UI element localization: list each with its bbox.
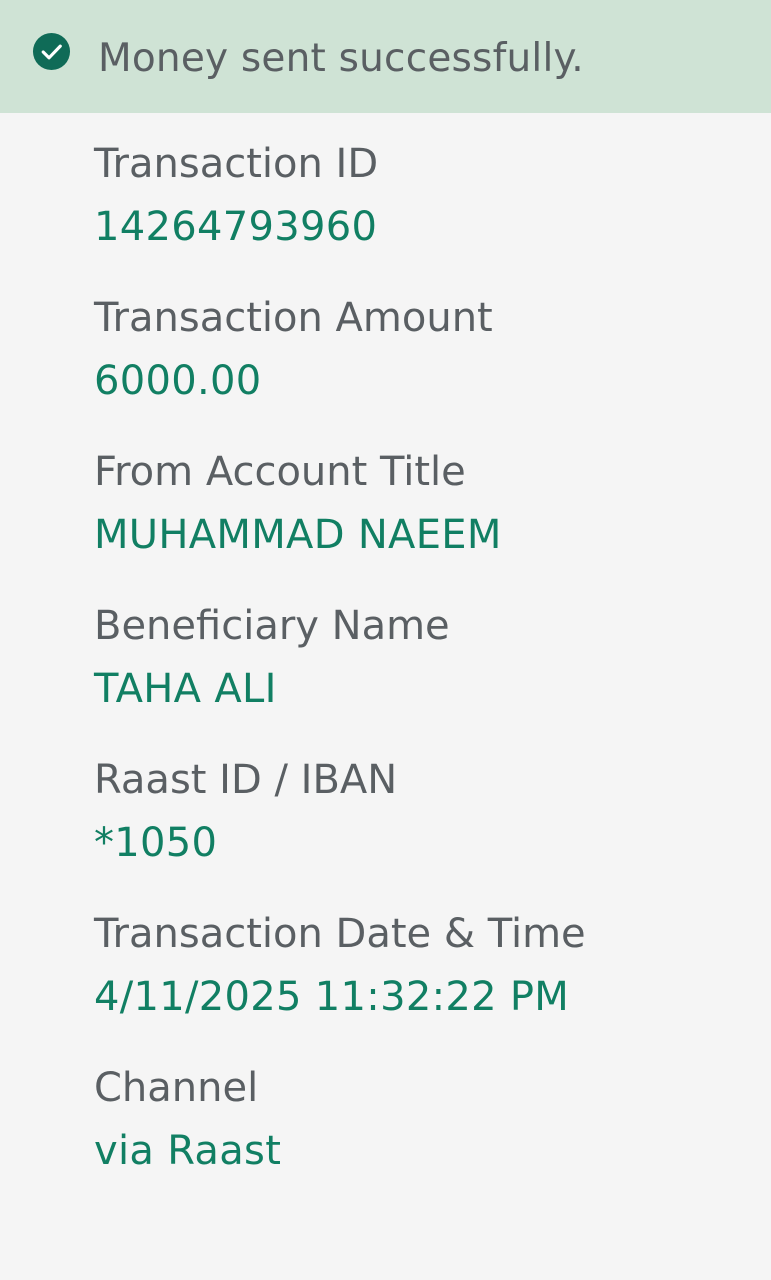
success-message: Money sent successfully. [98,36,584,81]
field-beneficiary-name: Beneficiary Name TAHA ALI [94,592,754,746]
field-label: From Account Title [94,449,466,495]
field-label: Channel [94,1065,259,1111]
check-circle-icon [32,32,71,71]
field-transaction-date-time: Transaction Date & Time 4/11/2025 11:32:… [94,900,754,1054]
field-label: Transaction Date & Time [94,911,586,957]
transaction-details: Transaction ID 14264793960 Transaction A… [94,130,754,1208]
field-label: Beneficiary Name [94,603,450,649]
field-value: via Raast [94,1128,282,1174]
field-raast-id-iban: Raast ID / IBAN *1050 [94,746,754,900]
field-value: *1050 [94,820,218,866]
success-banner: Money sent successfully. [0,0,771,113]
field-value: 6000.00 [94,358,262,404]
field-label: Transaction ID [94,141,379,187]
field-value: MUHAMMAD NAEEM [94,512,502,558]
field-from-account-title: From Account Title MUHAMMAD NAEEM [94,438,754,592]
field-value: TAHA ALI [94,666,277,712]
field-transaction-id: Transaction ID 14264793960 [94,130,754,284]
field-label: Raast ID / IBAN [94,757,398,803]
field-value: 4/11/2025 11:32:22 PM [94,974,570,1020]
field-label: Transaction Amount [94,295,493,341]
field-channel: Channel via Raast [94,1054,754,1208]
field-value: 14264793960 [94,204,378,250]
field-transaction-amount: Transaction Amount 6000.00 [94,284,754,438]
